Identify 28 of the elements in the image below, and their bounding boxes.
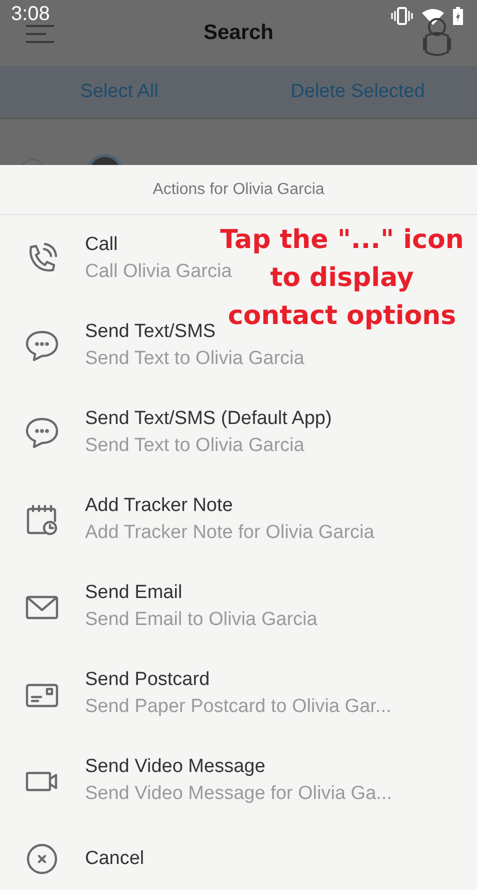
action-title[interactable]: Add Tracker Note <box>85 495 233 517</box>
cancel-icon <box>25 842 59 876</box>
action-subtitle: Call Olivia Garcia <box>85 261 232 283</box>
action-subtitle: Add Tracker Note for Olivia Garcia <box>85 522 374 544</box>
chat-bubble-icon <box>25 328 59 362</box>
calendar-clock-icon <box>25 502 59 536</box>
action-title[interactable]: Send Email <box>85 582 182 604</box>
chat-bubble-icon <box>25 416 59 450</box>
action-title[interactable]: Send Text/SMS (Default App) <box>85 408 332 430</box>
callout-text: contact options <box>228 300 456 333</box>
action-title[interactable]: Send Postcard <box>85 669 210 691</box>
action-subtitle: Send Email to Olivia Garcia <box>85 609 318 631</box>
sheet-title: Actions for Olivia Garcia <box>0 165 477 215</box>
callout-text: to display <box>270 262 414 295</box>
action-subtitle: Send Text to Olivia Garcia <box>85 348 304 370</box>
battery-icon <box>453 7 463 25</box>
action-subtitle: Send Paper Postcard to Olivia Gar... <box>85 696 392 718</box>
action-subtitle: Send Text to Olivia Garcia <box>85 435 304 457</box>
action-title[interactable]: Call <box>85 234 118 256</box>
action-title[interactable]: Send Video Message <box>85 756 266 778</box>
action-subtitle: Send Video Message for Olivia Ga... <box>85 783 392 805</box>
vibrate-icon <box>391 7 413 25</box>
action-title[interactable]: Cancel <box>85 848 144 870</box>
screen-title: Search <box>203 21 274 45</box>
callout-text: Tap the "..." icon <box>220 224 464 257</box>
wifi-icon <box>422 8 444 24</box>
action-title[interactable]: Send Text/SMS <box>85 321 216 343</box>
status-time: 3:08 <box>11 3 50 26</box>
